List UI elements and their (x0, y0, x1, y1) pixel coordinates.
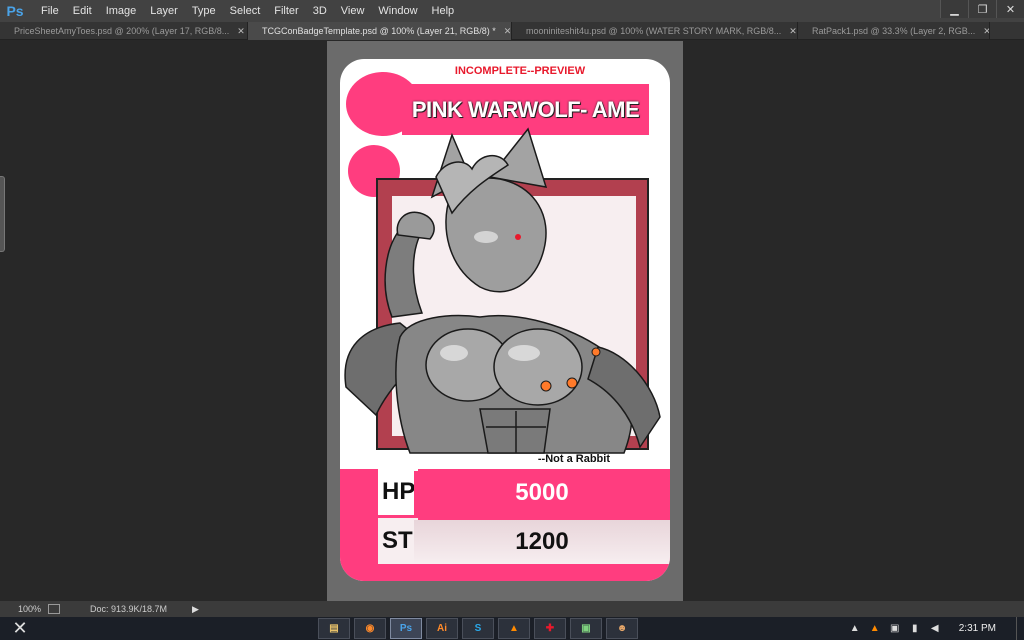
tab-label: mooniniteshit4u.psd @ 100% (WATER STORY … (526, 26, 782, 36)
menu-select[interactable]: Select (223, 0, 268, 22)
photoshop-logo: Ps (6, 3, 24, 19)
str-row: STR 1200 (378, 518, 670, 564)
menu-type[interactable]: Type (185, 0, 223, 22)
doc-size: Doc: 913.9K/18.7M (90, 604, 168, 614)
panel-collapse-handle[interactable] (0, 176, 5, 252)
system-tray: ▲ ▲ ▣ ▮ ◀ 2:31 PM (845, 617, 1024, 640)
skype-icon[interactable]: S (462, 618, 494, 639)
menu-edit[interactable]: Edit (66, 0, 99, 22)
hp-row: HP 5000 (378, 469, 670, 515)
taskbar: ✕ ▤ ◉ Ps Ai S ▲ ✚ ▣ ☻ ▲ ▲ ▣ ▮ ◀ 2:31 PM (0, 617, 1024, 640)
str-value: 1200 (414, 520, 670, 564)
close-tab-icon[interactable]: ✕ (237, 26, 245, 37)
clock[interactable]: 2:31 PM (959, 623, 996, 634)
menu-help[interactable]: Help (425, 0, 462, 22)
illustrator-icon[interactable]: Ai (426, 618, 458, 639)
volume-icon[interactable]: ◀ (927, 621, 943, 637)
menu-bar: Ps File Edit Image Layer Type Select Fil… (0, 0, 1024, 22)
export-icon[interactable] (48, 604, 60, 614)
play-icon[interactable]: ▶ (192, 604, 199, 615)
zoom-level[interactable]: 100% (18, 604, 48, 614)
str-label: STR (378, 518, 430, 564)
window-controls: ▁ ❐ ✕ (940, 0, 1024, 18)
device-icon[interactable]: ▣ (887, 621, 903, 637)
menu-window[interactable]: Window (371, 0, 424, 22)
tcg-card: INCOMPLETE--PREVIEW PINK WARWOLF- AME --… (340, 59, 670, 581)
hp-label: HP (378, 469, 418, 515)
close-tab-icon[interactable]: ✕ (983, 26, 989, 37)
tab-label: RatPack1.psd @ 33.3% (Layer 2, RGB... (812, 26, 976, 36)
menu-filter[interactable]: Filter (267, 0, 305, 22)
document-tabs: PriceSheetAmyToes.psd @ 200% (Layer 17, … (0, 22, 1024, 40)
character-artwork (344, 127, 661, 454)
taskbar-apps: ▤ ◉ Ps Ai S ▲ ✚ ▣ ☻ (316, 617, 640, 640)
tab-pricesheet[interactable]: PriceSheetAmyToes.psd @ 200% (Layer 17, … (0, 22, 248, 40)
close-icon[interactable]: ✕ (996, 0, 1024, 18)
menu-file[interactable]: File (34, 0, 66, 22)
preview-banner: INCOMPLETE--PREVIEW (454, 65, 586, 77)
menu-view[interactable]: View (334, 0, 372, 22)
close-tab-icon[interactable]: ✕ (504, 26, 511, 37)
menu-3d[interactable]: 3D (306, 0, 334, 22)
menu-image[interactable]: Image (99, 0, 144, 22)
close-tab-icon[interactable]: ✕ (789, 26, 797, 37)
hp-value: 5000 (414, 471, 670, 515)
tab-label: TCGConBadgeTemplate.psd @ 100% (Layer 21… (262, 26, 496, 36)
minimize-icon[interactable]: ▁ (940, 0, 968, 18)
game-icon[interactable]: ☻ (606, 618, 638, 639)
vlc-tray-icon[interactable]: ▲ (867, 621, 883, 637)
photoshop-window: Ps File Edit Image Layer Type Select Fil… (0, 0, 1024, 640)
tab-tcg-badge-template[interactable]: TCGConBadgeTemplate.psd @ 100% (Layer 21… (248, 22, 512, 40)
vlc-icon[interactable]: ▲ (498, 618, 530, 639)
photoshop-icon[interactable]: Ps (390, 618, 422, 639)
status-bar: 100% Doc: 913.9K/18.7M ▶ (0, 601, 1024, 617)
show-desktop-button[interactable] (1016, 617, 1024, 640)
restore-icon[interactable]: ❐ (968, 0, 996, 18)
workspace: INCOMPLETE--PREVIEW PINK WARWOLF- AME --… (0, 41, 1024, 601)
firefox-icon[interactable]: ◉ (354, 618, 386, 639)
tray-expand-icon[interactable]: ▲ (847, 621, 863, 637)
tab-ratpack[interactable]: RatPack1.psd @ 33.3% (Layer 2, RGB... ✕ (798, 22, 990, 40)
stats-panel: HP 5000 STR 1200 (340, 469, 670, 581)
app-icon[interactable]: ✚ (534, 618, 566, 639)
file-explorer-icon[interactable]: ▤ (318, 618, 350, 639)
tab-label: PriceSheetAmyToes.psd @ 200% (Layer 17, … (14, 26, 230, 36)
remote-desktop-icon[interactable]: ▣ (570, 618, 602, 639)
tab-mooninite[interactable]: mooniniteshit4u.psd @ 100% (WATER STORY … (512, 22, 798, 40)
card-subtitle: --Not a Rabbit (537, 453, 610, 465)
network-icon[interactable]: ▮ (907, 621, 923, 637)
start-icon[interactable]: ✕ (0, 617, 40, 640)
menu-layer[interactable]: Layer (143, 0, 185, 22)
